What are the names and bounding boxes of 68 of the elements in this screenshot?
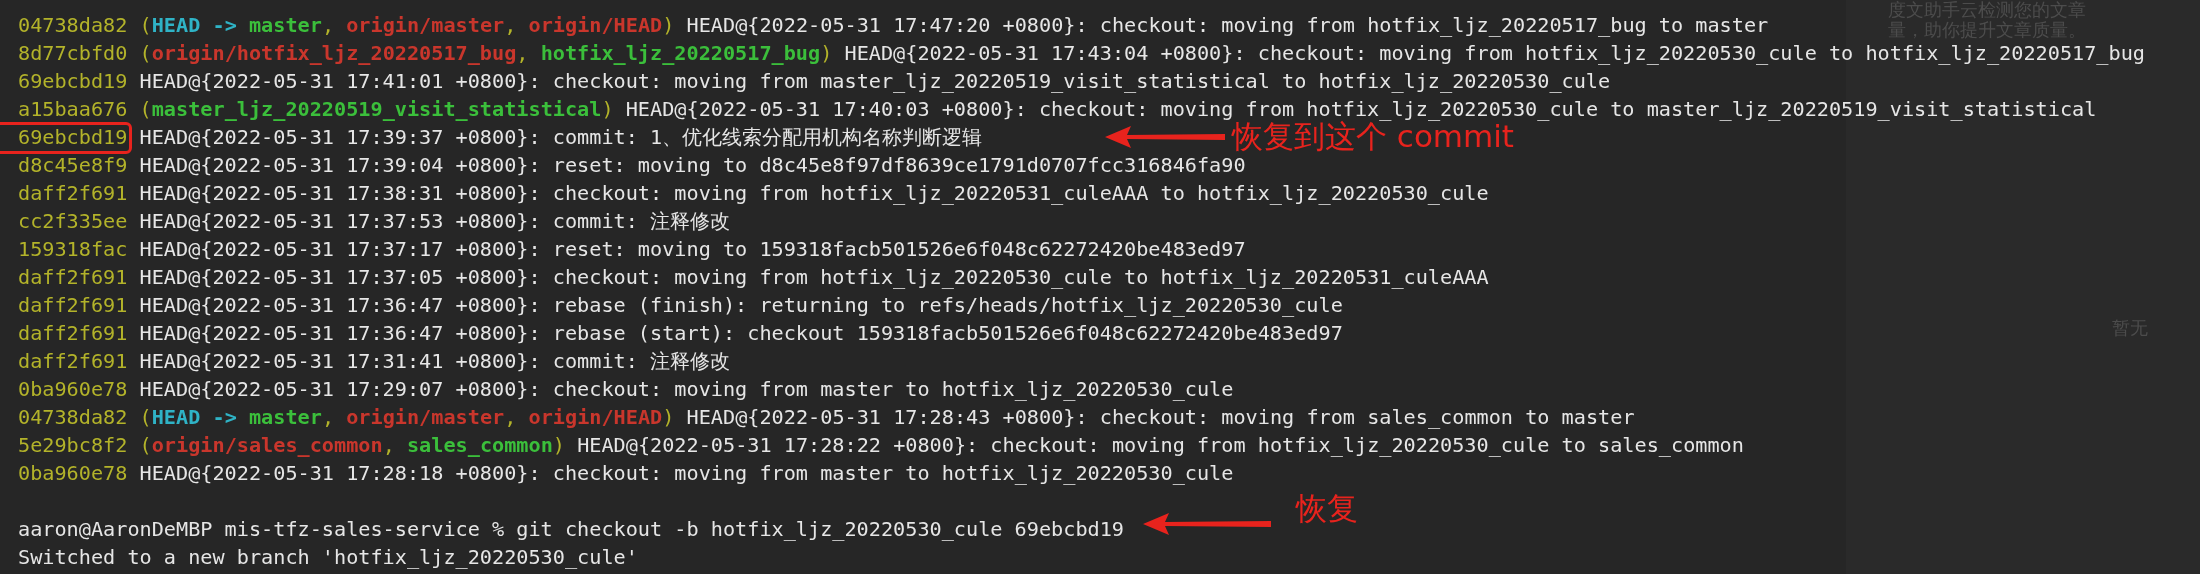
- commit-hash: d8c45e8f9: [18, 153, 128, 177]
- reflog-text: HEAD@{2022-05-31 17:47:20 +0800}: checkout: moving from hotfix_ljz_20220517_bug to master: [686, 13, 1769, 37]
- comma-text: ,: [516, 41, 529, 65]
- branch-ref: origin/hotfix_ljz_20220517_bug: [151, 41, 517, 65]
- reflog-text: HEAD@{2022-05-31 17:40:03 +0800}: checkout: moving from hotfix_ljz_20220530_cule to master_ljz_20220519_visit_statistical: [625, 97, 2097, 121]
- branch-ref: master: [248, 405, 322, 429]
- comma-text: ,: [382, 433, 395, 457]
- commit-hash: 0ba960e78: [18, 377, 128, 401]
- commit-hash: 159318fac: [18, 237, 128, 261]
- paren-text: ): [820, 41, 833, 65]
- reflog-text: HEAD@{2022-05-31 17:37:05 +0800}: checkout: moving from hotfix_ljz_20220530_cule to hotfix_ljz_20220531_culeAAA: [139, 265, 1489, 289]
- branch-ref: origin/sales_common: [151, 433, 383, 457]
- paren-text: (: [139, 13, 152, 37]
- command-text: aaron@AaronDeMBP mis-tfz-sales-service % git checkout -b hotfix_ljz_20220530_cule 69ebcbd19: [18, 517, 1124, 541]
- paren-text: ): [601, 97, 614, 121]
- branch-ref: origin/HEAD: [528, 13, 663, 37]
- branch-ref: master: [248, 13, 322, 37]
- reflog-text: HEAD@{2022-05-31 17:39:04 +0800}: reset: moving to d8c45e8f97df8639ce1791d0707fcc316846fa90: [139, 153, 1246, 177]
- paren-text: ): [662, 405, 675, 429]
- reflog-text: HEAD@{2022-05-31 17:36:47 +0800}: rebase (start): checkout 159318facb501526e6f048c62272420be483ed97: [139, 321, 1343, 345]
- reflog-text: HEAD@{2022-05-31 17:37:17 +0800}: reset: moving to 159318facb501526e6f048c62272420be483ed97: [139, 237, 1246, 261]
- comma-text: ,: [321, 13, 335, 37]
- reflog-text: HEAD@{2022-05-31 17:38:31 +0800}: checkout: moving from hotfix_ljz_20220531_culeAAA to hotfix_ljz_20220530_cule: [139, 181, 1489, 205]
- branch-ref: hotfix_ljz_20220517_bug: [540, 41, 821, 65]
- paren-text: (: [139, 433, 152, 457]
- arrow-icon: [1105, 124, 1225, 150]
- commit-hash: 5e29bc8f2: [18, 433, 128, 457]
- reflog-text: HEAD@{2022-05-31 17:36:47 +0800}: rebase (finish): returning to refs/heads/hotfix_ljz_20220530_cule: [139, 293, 1343, 317]
- commit-hash: 0ba960e78: [18, 461, 128, 485]
- commit-hash: daff2f691: [18, 181, 128, 205]
- reflog-text: HEAD@{2022-05-31 17:37:53 +0800}: commit: 注释修改: [139, 209, 730, 233]
- commit-hash: daff2f691: [18, 293, 128, 317]
- branch-ref: sales_common: [406, 433, 553, 457]
- commit-hash: 69ebcbd19: [18, 125, 128, 149]
- commit-hash: 8d77cbfd0: [18, 41, 128, 65]
- branch-ref: origin/master: [346, 405, 505, 429]
- commit-hash: a15baa676: [18, 97, 128, 121]
- branch-ref: master_ljz_20220519_visit_statistical: [151, 97, 602, 121]
- reflog-text: HEAD@{2022-05-31 17:41:01 +0800}: checkout: moving from master_ljz_20220519_visit_statistical to hotfix_ljz_20220530_cule: [139, 69, 1611, 93]
- reflog-text: HEAD@{2022-05-31 17:28:43 +0800}: checkout: moving from sales_common to master: [686, 405, 1635, 429]
- arrow-icon: [1143, 511, 1271, 537]
- comma-text: ,: [321, 405, 335, 429]
- reflog-text: HEAD@{2022-05-31 17:29:07 +0800}: checkout: moving from master to hotfix_ljz_20220530_cule: [139, 377, 1234, 401]
- comma-text: ,: [504, 405, 517, 429]
- paren-text: ): [662, 13, 675, 37]
- commit-hash: 04738da82: [18, 405, 128, 429]
- head-ref: HEAD ->: [151, 405, 237, 429]
- branch-ref: origin/HEAD: [528, 405, 663, 429]
- commit-hash: 04738da82: [18, 13, 128, 37]
- paren-text: (: [139, 97, 152, 121]
- commit-hash: daff2f691: [18, 349, 128, 373]
- reflog-text: HEAD@{2022-05-31 17:28:18 +0800}: checkout: moving from master to hotfix_ljz_20220530_cule: [139, 461, 1234, 485]
- commit-hash: cc2f335ee: [18, 209, 128, 233]
- paren-text: (: [139, 41, 152, 65]
- reflog-text: HEAD@{2022-05-31 17:28:22 +0800}: checkout: moving from hotfix_ljz_20220530_cule to sales_common: [577, 433, 1744, 457]
- reflog-text: HEAD@{2022-05-31 17:39:37 +0800}: commit: 1、优化线索分配用机构名称判断逻辑: [139, 125, 983, 149]
- branch-ref: origin/master: [346, 13, 505, 37]
- commit-hash: daff2f691: [18, 321, 128, 345]
- commit-hash: daff2f691: [18, 265, 128, 289]
- reflog-text: HEAD@{2022-05-31 17:31:41 +0800}: commit: 注释修改: [139, 349, 730, 373]
- reflog-text: HEAD@{2022-05-31 17:43:04 +0800}: checkout: moving from hotfix_ljz_20220530_cule to hotfix_ljz_20220517_bug: [844, 41, 2145, 65]
- paren-text: ): [552, 433, 565, 457]
- annotation-text: 恢复: [1296, 490, 1358, 526]
- commit-hash: 69ebcbd19: [18, 69, 128, 93]
- output-text: Switched to a new branch 'hotfix_ljz_20220530_cule': [18, 545, 638, 569]
- paren-text: (: [139, 405, 152, 429]
- comma-text: ,: [504, 13, 517, 37]
- head-ref: HEAD ->: [151, 13, 237, 37]
